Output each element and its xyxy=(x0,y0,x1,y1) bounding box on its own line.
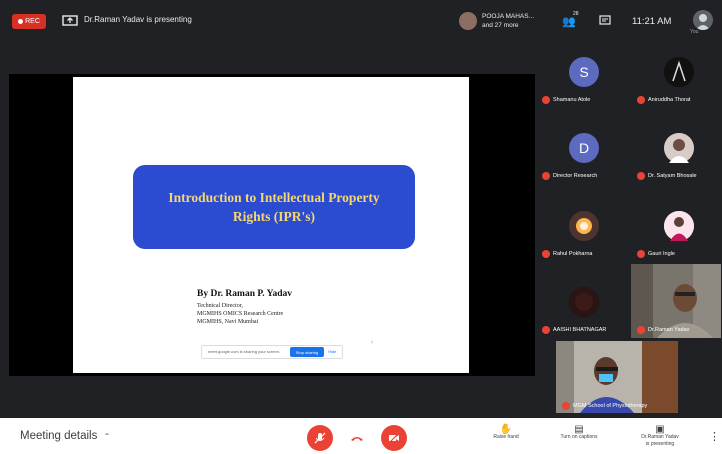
mic-off-icon xyxy=(637,326,645,334)
presenting-line-1: Dr.Raman Yadav xyxy=(641,434,679,440)
mic-off-icon xyxy=(314,432,326,444)
participant-avatar-7[interactable] xyxy=(569,287,599,317)
mic-off-icon xyxy=(542,250,550,258)
stop-sharing-button[interactable]: Stop sharing xyxy=(290,347,324,357)
self-label: You xyxy=(690,29,699,35)
self-photo xyxy=(696,14,710,30)
chat-icon xyxy=(599,15,611,25)
avatar-photo xyxy=(569,287,599,317)
participant-tile-8: Dr.Raman Yadav xyxy=(637,326,689,334)
mic-toggle-button[interactable] xyxy=(307,425,333,451)
meeting-details-label: Meeting details xyxy=(20,430,98,442)
record-dot-icon xyxy=(18,19,24,24)
raise-hand-button[interactable]: ✋ Raise hand xyxy=(486,424,526,441)
camera-off-icon xyxy=(388,432,400,444)
end-call-button[interactable] xyxy=(344,425,370,451)
avatar-initial: D xyxy=(578,140,590,156)
recording-label: REC xyxy=(25,18,40,25)
participants-more: and 27 more xyxy=(482,22,519,29)
participants-summary[interactable]: POOJA MAHAS... and 27 more xyxy=(482,12,534,30)
camera-toggle-button[interactable] xyxy=(381,425,407,451)
mic-off-icon xyxy=(562,402,570,410)
avatar-photo xyxy=(664,211,694,241)
affiliation-line-2: MGMIHS OMICS Research Centre xyxy=(197,311,284,317)
avatar-photo xyxy=(664,57,694,87)
present-screen-icon xyxy=(62,15,78,26)
top-bar: REC Dr.Raman Yadav is presenting POOJA M… xyxy=(0,0,722,44)
more-options-icon[interactable]: ⋮ xyxy=(709,430,720,443)
hang-up-icon xyxy=(351,437,363,441)
recording-badge: REC xyxy=(12,14,46,29)
avatar-photo xyxy=(664,133,694,163)
slide-title: Introduction to Intellectual Property Ri… xyxy=(168,190,380,224)
participant-tile-6: Gauri Ingle xyxy=(637,250,675,258)
avatar-photo xyxy=(569,211,599,241)
participant-avatar-3[interactable]: D xyxy=(569,133,599,163)
participant-tile-2: Aniruddha Thorat xyxy=(637,96,690,104)
participant-avatar-1[interactable]: S xyxy=(569,57,599,87)
mic-off-icon xyxy=(542,326,550,334)
mic-off-icon xyxy=(637,96,645,104)
captions-button[interactable]: ▤ Turn on captions xyxy=(552,424,606,441)
participant-avatar-2[interactable] xyxy=(664,57,694,87)
hide-button[interactable]: Hide xyxy=(328,349,336,354)
participant-tile-3: Director Research xyxy=(542,172,597,180)
participant-name: Dr. Satyam Bhosale xyxy=(648,173,697,179)
slide-title-box: Introduction to Intellectual Property Ri… xyxy=(133,165,415,249)
participant-name: Dr.Raman Yadav xyxy=(648,327,690,333)
mic-off-icon xyxy=(637,172,645,180)
screen-share-notice: meet.google.com is sharing your screen. … xyxy=(201,345,343,359)
people-count: 28 xyxy=(573,11,579,17)
avatar-initial: S xyxy=(579,64,589,80)
presenting-status: Dr.Raman Yadav is presenting xyxy=(84,15,192,24)
participant-name: Aniruddha Thorat xyxy=(648,97,691,103)
presenting-button[interactable]: ▣ Dr.Raman Yadav is presenting xyxy=(632,424,688,448)
participant-name: Gauri Ingle xyxy=(648,251,675,257)
participant-avatar[interactable] xyxy=(459,12,477,30)
affiliation-line-1: Technical Director, xyxy=(197,303,243,309)
slide-affiliation: Technical Director, MGMIHS OMICS Researc… xyxy=(197,302,283,326)
participant-avatar-4[interactable] xyxy=(664,133,694,163)
share-notice-text: meet.google.com is sharing your screen. xyxy=(208,349,281,354)
presenting-line-2: is presenting xyxy=(645,441,675,447)
mic-off-icon xyxy=(637,250,645,258)
captions-icon: ▤ xyxy=(574,424,584,435)
presentation-slide: Introduction to Intellectual Property Ri… xyxy=(73,77,469,373)
mic-off-icon xyxy=(542,96,550,104)
participant-tile-5: Rahul Pokharna xyxy=(542,250,592,258)
participant-name: Director Research xyxy=(553,173,598,179)
participant-tile-7: AAISHI BHATNAGAR xyxy=(542,326,606,334)
self-avatar[interactable] xyxy=(693,10,713,30)
bottom-bar: Meeting details ⌃ ✋ Raise hand ▤ Turn on… xyxy=(0,418,722,454)
participant-name: AAISHI BHATNAGAR xyxy=(553,327,607,333)
present-screen-icon: ▣ xyxy=(655,424,665,435)
chevron-up-icon: ⌃ xyxy=(103,432,111,441)
participant-tile-4: Dr. Satyam Bhosale xyxy=(637,172,697,180)
people-button[interactable]: 👥 28 xyxy=(561,11,579,29)
slide-author: By Dr. Raman P. Yadav xyxy=(197,289,293,299)
participant-tile-1: Shamanu Atole xyxy=(542,96,590,104)
participant-avatar-5[interactable] xyxy=(569,211,599,241)
captions-label: Turn on captions xyxy=(560,434,598,440)
participant-avatar-6[interactable] xyxy=(664,211,694,241)
mic-off-icon xyxy=(542,172,550,180)
clock: 11:21 AM xyxy=(632,16,672,27)
cursor-icon: › xyxy=(371,339,374,346)
affiliation-line-3: MGMIHS, Navi Mumbai xyxy=(197,319,259,325)
hand-icon: ✋ xyxy=(499,424,513,435)
raise-hand-label: Raise hand xyxy=(493,434,519,440)
chat-button[interactable] xyxy=(597,13,613,29)
participant-name: POOJA MAHAS... xyxy=(482,13,535,20)
participant-tile-9: MGM School of Physiotherapy xyxy=(562,402,647,410)
meeting-details-button[interactable]: Meeting details ⌃ xyxy=(20,430,110,442)
participant-name: MGM School of Physiotherapy xyxy=(573,403,648,409)
participant-name: Rahul Pokharna xyxy=(553,251,593,257)
participant-name: Shamanu Atole xyxy=(553,97,591,103)
